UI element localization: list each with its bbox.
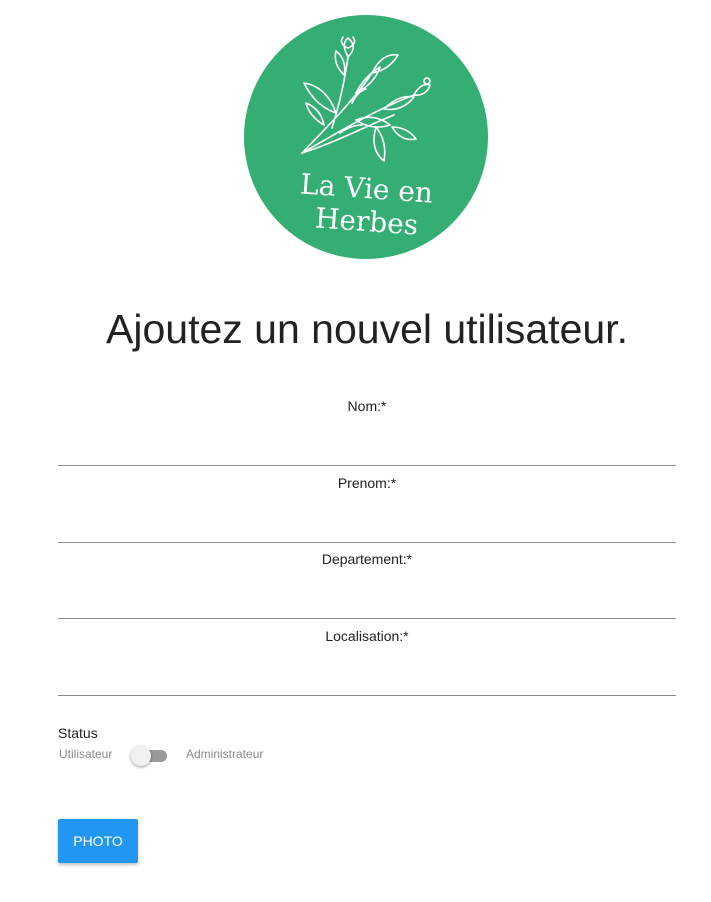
photo-button[interactable]: PHOTO <box>58 819 138 863</box>
departement-field: Departement:* <box>58 551 676 627</box>
departement-input[interactable] <box>58 575 676 619</box>
localisation-input[interactable] <box>58 652 676 696</box>
prenom-field: Prenom:* <box>58 475 676 551</box>
nom-input[interactable] <box>58 422 676 466</box>
status-on-label: Administrateur <box>186 747 264 761</box>
status-switch[interactable] <box>131 746 169 766</box>
nom-field: Nom:* <box>58 398 676 474</box>
status-label: Status <box>58 725 98 741</box>
switch-thumb <box>131 746 151 766</box>
logo-text-line2: Herbes <box>314 201 419 241</box>
nom-label: Nom:* <box>347 398 387 414</box>
localisation-field: Localisation:* <box>58 628 676 704</box>
herb-branch-icon: La Vie en Herbes <box>299 36 434 242</box>
status-toggle-row: Utilisateur Administrateur <box>58 746 358 766</box>
departement-label: Departement:* <box>321 551 413 567</box>
prenom-label: Prenom:* <box>337 475 397 491</box>
status-off-label: Utilisateur <box>59 747 113 761</box>
prenom-input[interactable] <box>58 499 676 543</box>
localisation-label: Localisation:* <box>325 628 409 644</box>
brand-logo: La Vie en Herbes <box>244 15 488 259</box>
page-title: Ajoutez un nouvel utilisateur. <box>106 306 628 352</box>
